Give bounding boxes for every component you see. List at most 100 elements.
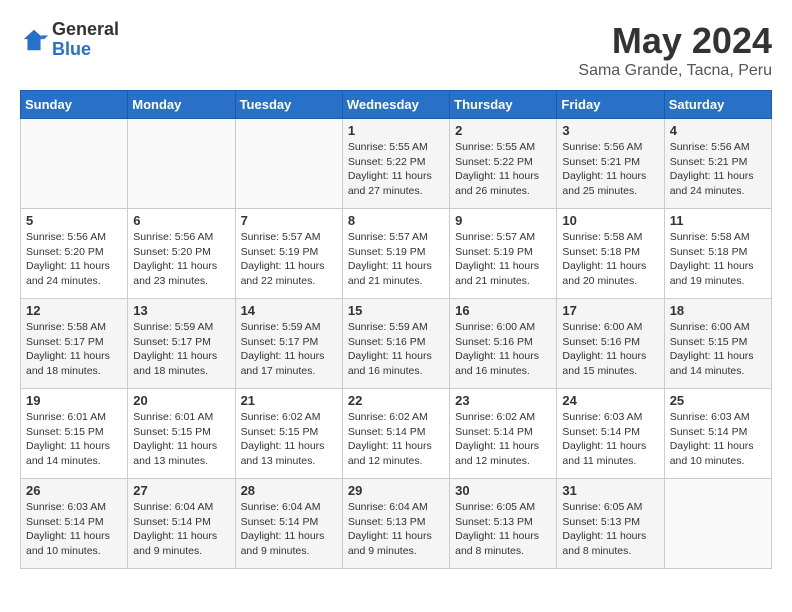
calendar-cell: 5 Sunrise: 5:56 AMSunset: 5:20 PMDaylight… (21, 209, 128, 299)
day-number: 17 (562, 303, 658, 318)
calendar-cell: 29Sunrise: 6:04 AMSunset: 5:13 PMDayligh… (342, 479, 449, 569)
calendar-body: 1 Sunrise: 5:55 AMSunset: 5:22 PMDaylight… (21, 119, 772, 569)
day-info: Sunrise: 6:04 AMSunset: 5:14 PMDaylight:… (241, 500, 337, 559)
calendar-cell: 26 Sunrise: 6:03 AMSunset: 5:14 PMDayligh… (21, 479, 128, 569)
day-info: Sunrise: 6:04 AMSunset: 5:14 PMDaylight:… (133, 500, 229, 559)
day-number: 21 (241, 393, 337, 408)
calendar-cell: 17 Sunrise: 6:00 AMSunset: 5:16 PMDayligh… (557, 299, 664, 389)
day-info: Sunrise: 6:00 AMSunset: 5:16 PMDaylight:… (562, 320, 658, 379)
calendar-cell: 19Sunrise: 6:01 AMSunset: 5:15 PMDayligh… (21, 389, 128, 479)
calendar-cell: 24 Sunrise: 6:03 AMSunset: 5:14 PMDayligh… (557, 389, 664, 479)
header-row: Sunday Monday Tuesday Wednesday Thursday… (21, 91, 772, 119)
logo: General Blue (20, 20, 119, 60)
calendar-cell: 11Sunrise: 5:58 AMSunset: 5:18 PMDayligh… (664, 209, 771, 299)
calendar-cell: 13 Sunrise: 5:59 AMSunset: 5:17 PMDayligh… (128, 299, 235, 389)
day-info: Sunrise: 6:02 AMSunset: 5:14 PMDaylight:… (348, 410, 444, 469)
col-saturday: Saturday (664, 91, 771, 119)
calendar-week-4: 19Sunrise: 6:01 AMSunset: 5:15 PMDayligh… (21, 389, 772, 479)
day-info: Sunrise: 5:57 AMSunset: 5:19 PMDaylight:… (455, 230, 551, 289)
calendar-cell: 12 Sunrise: 5:58 AMSunset: 5:17 PMDayligh… (21, 299, 128, 389)
calendar-cell: 4 Sunrise: 5:56 AMSunset: 5:21 PMDaylight… (664, 119, 771, 209)
day-info: Sunrise: 5:59 AMSunset: 5:16 PMDaylight:… (348, 320, 444, 379)
day-number: 6 (133, 213, 229, 228)
day-info: Sunrise: 5:59 AMSunset: 5:17 PMDaylight:… (241, 320, 337, 379)
day-info: Sunrise: 5:58 AMSunset: 5:18 PMDaylight:… (670, 230, 766, 289)
col-sunday: Sunday (21, 91, 128, 119)
day-number: 2 (455, 123, 551, 138)
day-number: 24 (562, 393, 658, 408)
day-number: 18 (670, 303, 766, 318)
logo-text: General Blue (52, 20, 119, 60)
day-info: Sunrise: 6:01 AMSunset: 5:15 PMDaylight:… (133, 410, 229, 469)
col-monday: Monday (128, 91, 235, 119)
calendar-cell: 8 Sunrise: 5:57 AMSunset: 5:19 PMDaylight… (342, 209, 449, 299)
day-number: 14 (241, 303, 337, 318)
calendar-cell: 30Sunrise: 6:05 AMSunset: 5:13 PMDayligh… (450, 479, 557, 569)
logo-icon (20, 26, 48, 54)
calendar-cell (664, 479, 771, 569)
day-info: Sunrise: 6:02 AMSunset: 5:14 PMDaylight:… (455, 410, 551, 469)
day-number: 29 (348, 483, 444, 498)
calendar-cell: 21Sunrise: 6:02 AMSunset: 5:15 PMDayligh… (235, 389, 342, 479)
calendar-cell: 14 Sunrise: 5:59 AMSunset: 5:17 PMDayligh… (235, 299, 342, 389)
day-number: 31 (562, 483, 658, 498)
day-number: 7 (241, 213, 337, 228)
day-info: Sunrise: 5:55 AMSunset: 5:22 PMDaylight:… (348, 140, 444, 199)
day-number: 5 (26, 213, 122, 228)
day-info: Sunrise: 6:05 AMSunset: 5:13 PMDaylight:… (562, 500, 658, 559)
day-info: Sunrise: 5:58 AMSunset: 5:17 PMDaylight:… (26, 320, 122, 379)
day-info: Sunrise: 5:56 AMSunset: 5:21 PMDaylight:… (562, 140, 658, 199)
day-number: 4 (670, 123, 766, 138)
day-info: Sunrise: 6:00 AMSunset: 5:16 PMDaylight:… (455, 320, 551, 379)
day-info: Sunrise: 5:56 AMSunset: 5:20 PMDaylight:… (26, 230, 122, 289)
day-info: Sunrise: 5:56 AMSunset: 5:21 PMDaylight:… (670, 140, 766, 199)
logo-general: General (52, 20, 119, 40)
calendar-cell: 23 Sunrise: 6:02 AMSunset: 5:14 PMDayligh… (450, 389, 557, 479)
page-header: General Blue May 2024 Sama Grande, Tacna… (20, 20, 772, 80)
calendar-cell: 3Sunrise: 5:56 AMSunset: 5:21 PMDaylight… (557, 119, 664, 209)
calendar-cell: 28Sunrise: 6:04 AMSunset: 5:14 PMDayligh… (235, 479, 342, 569)
title-section: May 2024 Sama Grande, Tacna, Peru (578, 20, 772, 80)
day-info: Sunrise: 6:00 AMSunset: 5:15 PMDaylight:… (670, 320, 766, 379)
calendar-cell: 2 Sunrise: 5:55 AMSunset: 5:22 PMDaylight… (450, 119, 557, 209)
col-friday: Friday (557, 91, 664, 119)
day-number: 9 (455, 213, 551, 228)
day-number: 12 (26, 303, 122, 318)
day-number: 26 (26, 483, 122, 498)
day-number: 15 (348, 303, 444, 318)
calendar-header: Sunday Monday Tuesday Wednesday Thursday… (21, 91, 772, 119)
month-year: May 2024 (578, 20, 772, 62)
calendar-week-5: 26 Sunrise: 6:03 AMSunset: 5:14 PMDayligh… (21, 479, 772, 569)
calendar-cell: 25Sunrise: 6:03 AMSunset: 5:14 PMDayligh… (664, 389, 771, 479)
calendar-cell: 1 Sunrise: 5:55 AMSunset: 5:22 PMDaylight… (342, 119, 449, 209)
day-number: 10 (562, 213, 658, 228)
day-info: Sunrise: 5:57 AMSunset: 5:19 PMDaylight:… (348, 230, 444, 289)
day-info: Sunrise: 6:03 AMSunset: 5:14 PMDaylight:… (26, 500, 122, 559)
calendar-cell (235, 119, 342, 209)
calendar-cell: 9 Sunrise: 5:57 AMSunset: 5:19 PMDaylight… (450, 209, 557, 299)
calendar-cell: 16 Sunrise: 6:00 AMSunset: 5:16 PMDayligh… (450, 299, 557, 389)
day-info: Sunrise: 5:57 AMSunset: 5:19 PMDaylight:… (241, 230, 337, 289)
day-info: Sunrise: 5:58 AMSunset: 5:18 PMDaylight:… (562, 230, 658, 289)
calendar-cell: 6Sunrise: 5:56 AMSunset: 5:20 PMDaylight… (128, 209, 235, 299)
day-number: 16 (455, 303, 551, 318)
day-info: Sunrise: 6:03 AMSunset: 5:14 PMDaylight:… (562, 410, 658, 469)
calendar-table: Sunday Monday Tuesday Wednesday Thursday… (20, 90, 772, 569)
calendar-cell: 15 Sunrise: 5:59 AMSunset: 5:16 PMDayligh… (342, 299, 449, 389)
day-number: 8 (348, 213, 444, 228)
calendar-week-3: 12 Sunrise: 5:58 AMSunset: 5:17 PMDayligh… (21, 299, 772, 389)
day-number: 13 (133, 303, 229, 318)
location: Sama Grande, Tacna, Peru (578, 62, 772, 80)
day-info: Sunrise: 5:59 AMSunset: 5:17 PMDaylight:… (133, 320, 229, 379)
calendar-cell: 31 Sunrise: 6:05 AMSunset: 5:13 PMDayligh… (557, 479, 664, 569)
day-number: 30 (455, 483, 551, 498)
calendar-cell: 18 Sunrise: 6:00 AMSunset: 5:15 PMDayligh… (664, 299, 771, 389)
col-thursday: Thursday (450, 91, 557, 119)
calendar-cell: 22Sunrise: 6:02 AMSunset: 5:14 PMDayligh… (342, 389, 449, 479)
calendar-cell: 7 Sunrise: 5:57 AMSunset: 5:19 PMDaylight… (235, 209, 342, 299)
day-number: 1 (348, 123, 444, 138)
calendar-cell: 10 Sunrise: 5:58 AMSunset: 5:18 PMDayligh… (557, 209, 664, 299)
day-info: Sunrise: 6:03 AMSunset: 5:14 PMDaylight:… (670, 410, 766, 469)
day-info: Sunrise: 5:55 AMSunset: 5:22 PMDaylight:… (455, 140, 551, 199)
day-number: 23 (455, 393, 551, 408)
